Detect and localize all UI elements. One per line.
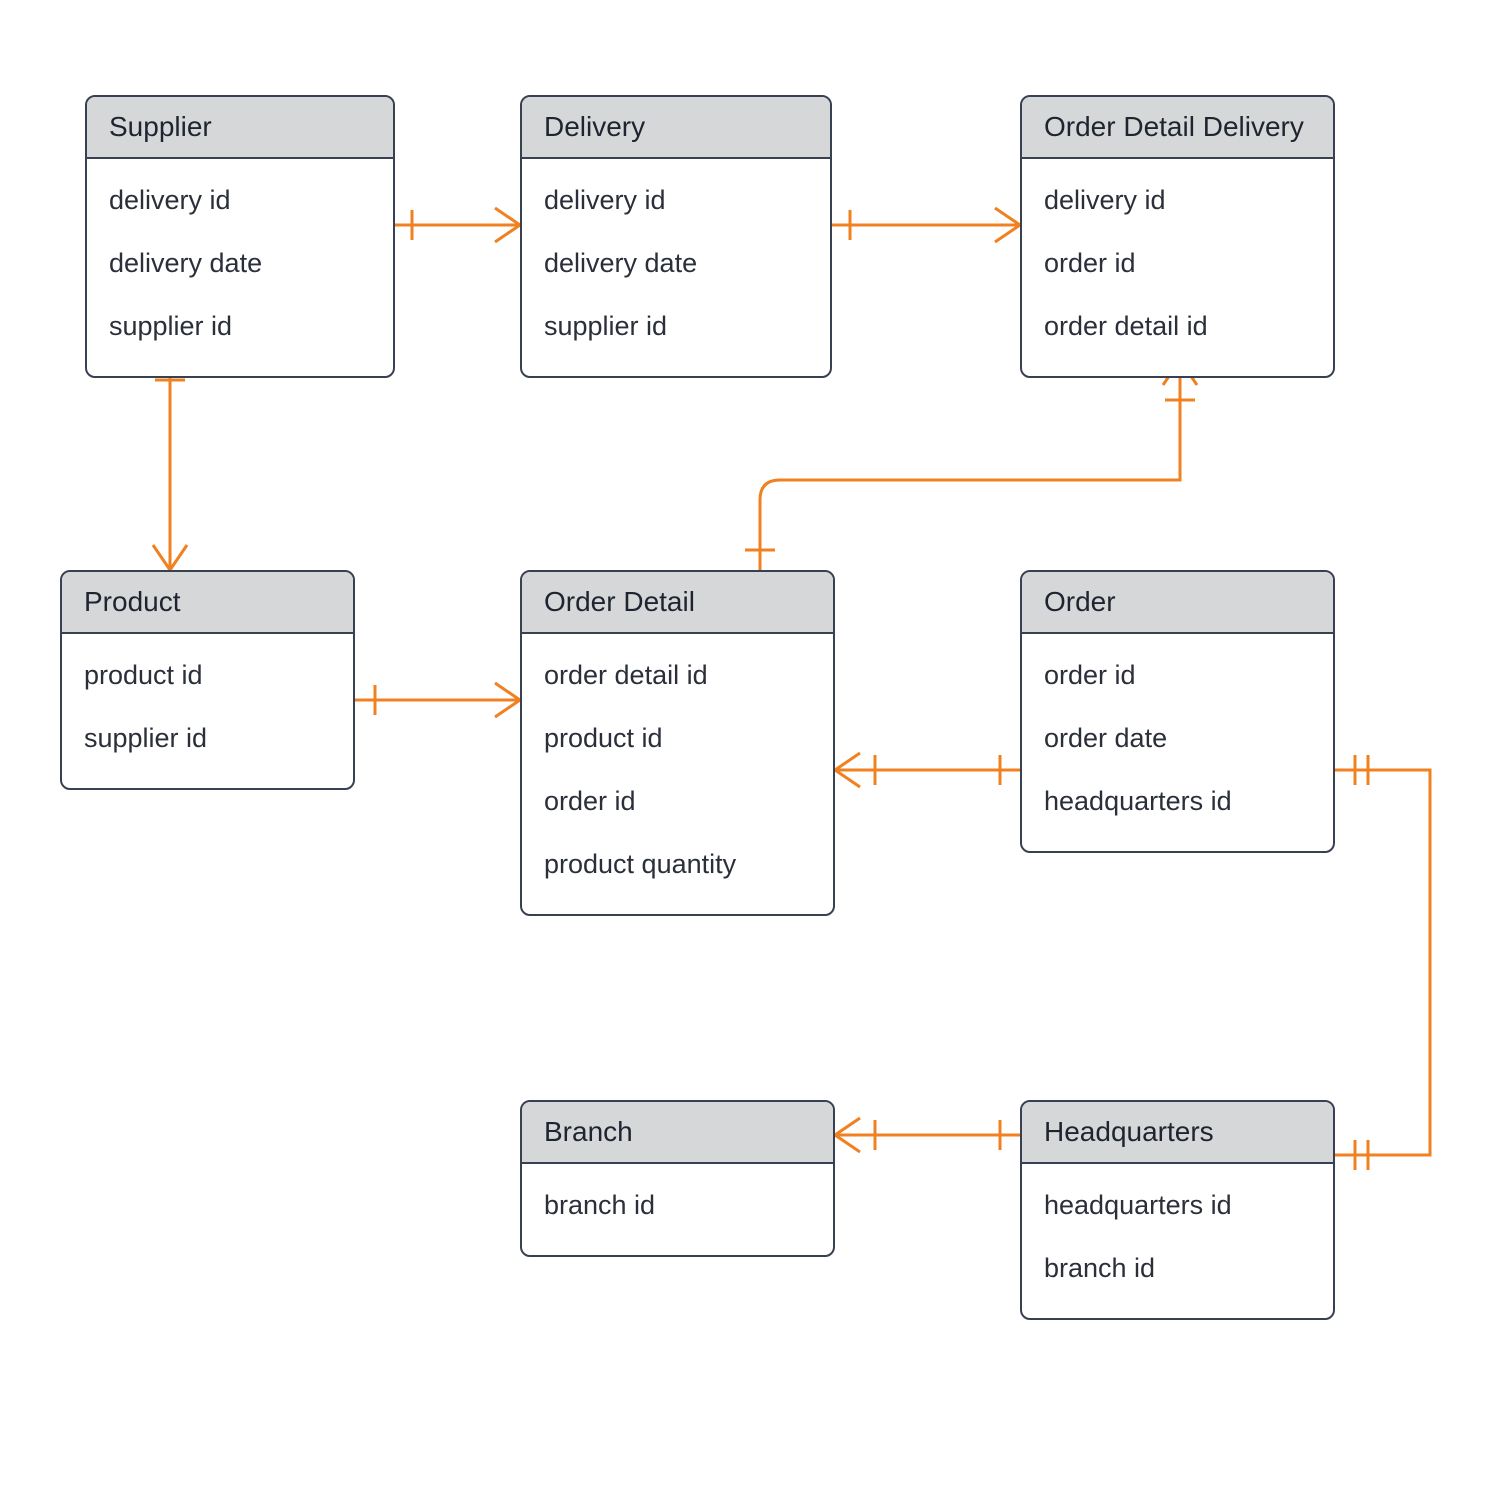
entity-attr: order id <box>1044 232 1311 295</box>
entity-headquarters: Headquarters headquarters id branch id <box>1020 1100 1335 1320</box>
entity-attr: delivery date <box>109 232 371 295</box>
entity-title: Order Detail <box>522 572 833 634</box>
entity-attr: order id <box>544 770 811 833</box>
rel-product-orderdetail <box>355 683 520 717</box>
entity-attr: headquarters id <box>1044 1174 1311 1237</box>
entity-title: Headquarters <box>1022 1102 1333 1164</box>
rel-orderdetail-odd <box>745 360 1197 570</box>
entity-title: Product <box>62 572 353 634</box>
entity-attr: supplier id <box>84 707 331 770</box>
entity-attr: product id <box>84 644 331 707</box>
rel-orderdetail-order <box>835 753 1020 787</box>
entity-attr: order detail id <box>1044 295 1311 358</box>
rel-supplier-product <box>153 360 187 570</box>
entity-branch: Branch branch id <box>520 1100 835 1257</box>
entity-attr: branch id <box>544 1174 811 1237</box>
entity-title: Branch <box>522 1102 833 1164</box>
entity-attr: order detail id <box>544 644 811 707</box>
entity-order: Order order id order date headquarters i… <box>1020 570 1335 853</box>
entity-attr: delivery id <box>544 169 808 232</box>
entity-attr: delivery date <box>544 232 808 295</box>
entity-attr: headquarters id <box>1044 770 1311 833</box>
entity-title: Supplier <box>87 97 393 159</box>
rel-order-hq <box>1335 755 1430 1170</box>
entity-attr: delivery id <box>109 169 371 232</box>
rel-delivery-odd <box>830 208 1020 242</box>
entity-delivery: Delivery delivery id delivery date suppl… <box>520 95 832 378</box>
entity-attr: supplier id <box>544 295 808 358</box>
entity-attr: delivery id <box>1044 169 1311 232</box>
rel-branch-hq <box>835 1118 1020 1152</box>
entity-order-detail-delivery: Order Detail Delivery delivery id order … <box>1020 95 1335 378</box>
entity-order-detail: Order Detail order detail id product id … <box>520 570 835 916</box>
entity-product: Product product id supplier id <box>60 570 355 790</box>
entity-title: Order <box>1022 572 1333 634</box>
entity-attr: order id <box>1044 644 1311 707</box>
entity-attr: supplier id <box>109 295 371 358</box>
rel-supplier-delivery <box>395 208 520 242</box>
entity-title: Delivery <box>522 97 830 159</box>
er-diagram: Supplier delivery id delivery date suppl… <box>0 0 1500 1500</box>
entity-attr: product quantity <box>544 833 811 896</box>
entity-attr: order date <box>1044 707 1311 770</box>
entity-title: Order Detail Delivery <box>1022 97 1333 159</box>
entity-attr: branch id <box>1044 1237 1311 1300</box>
entity-supplier: Supplier delivery id delivery date suppl… <box>85 95 395 378</box>
entity-attr: product id <box>544 707 811 770</box>
